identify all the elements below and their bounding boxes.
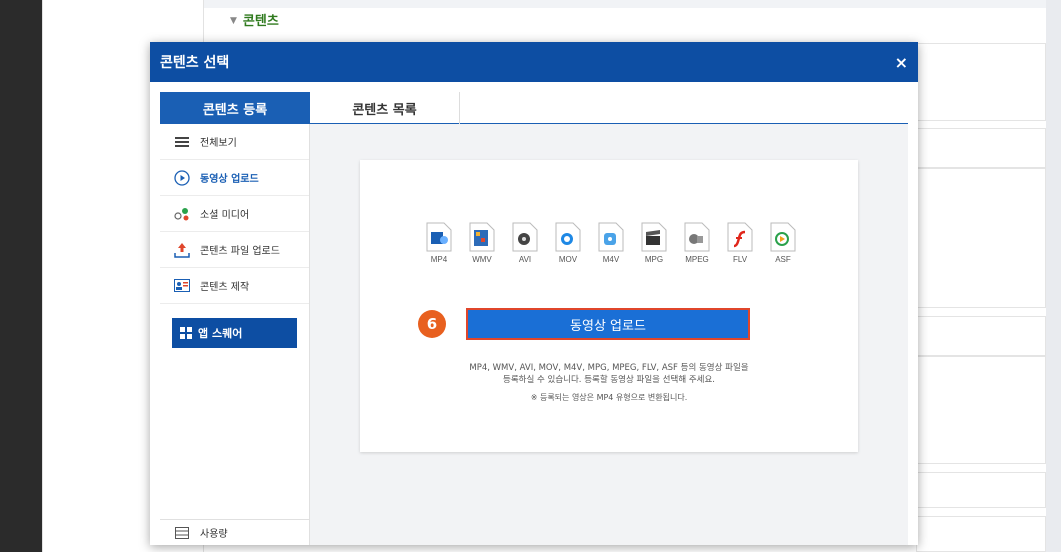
format-label: FLV [732, 255, 748, 264]
format-label: WMV [472, 255, 492, 264]
close-icon[interactable]: × [895, 53, 908, 72]
format-item: ASF [764, 222, 802, 264]
step-badge: 6 [418, 310, 446, 338]
tab-content-register[interactable]: 콘텐츠 등록 [160, 92, 310, 124]
mpg-file-icon [641, 222, 667, 252]
flv-file-icon [727, 222, 753, 252]
background-section-header[interactable]: ▼ 콘텐츠 [230, 10, 279, 29]
collapse-arrow-icon: ▼ [230, 16, 237, 26]
upload-content-area: MP4 WMV AVI MOV M4V MPG MPEG FLV ASF 6 동… [310, 124, 908, 545]
mov-file-icon [555, 222, 581, 252]
list-icon [174, 134, 190, 150]
format-item: MPG [635, 222, 673, 264]
sidebar-item-view-all[interactable]: 전체보기 [160, 124, 309, 160]
app-square-button[interactable]: 앱 스퀘어 [172, 318, 297, 348]
format-item: FLV [721, 222, 759, 264]
format-label: AVI [518, 255, 532, 264]
background-top-band [204, 0, 1046, 8]
format-label: MPEG [685, 255, 709, 264]
format-label: MOV [558, 255, 578, 264]
background-row [916, 516, 1046, 552]
format-icons: MP4 WMV AVI MOV M4V MPG MPEG FLV ASF [420, 222, 802, 264]
sidebar-item-social-media[interactable]: 소셜 미디어 [160, 196, 309, 232]
video-upload-button[interactable]: 동영상 업로드 [466, 308, 750, 340]
description-line: MP4, WMV, AVI, MOV, M4V, MPG, MPEG, FLV,… [469, 363, 749, 373]
sidebar-item-label: 사용량 [200, 529, 228, 540]
format-item: WMV [463, 222, 501, 264]
format-item: M4V [592, 222, 630, 264]
content-select-modal: 콘텐츠 선택 × 콘텐츠 등록 콘텐츠 목록 전체보기 동영상 업로드 소셜 미… [150, 42, 918, 545]
asf-file-icon [770, 222, 796, 252]
format-item: MOV [549, 222, 587, 264]
format-label: MPG [644, 255, 664, 264]
conversion-note: ※ 등록되는 영상은 MP4 유형으로 변환됩니다. [530, 393, 688, 402]
create-icon [174, 278, 190, 294]
format-item: MPEG [678, 222, 716, 264]
sidebar-item-label: 소셜 미디어 [200, 210, 250, 221]
m4v-file-icon [598, 222, 624, 252]
wmv-file-icon [469, 222, 495, 252]
left-dark-strip [0, 0, 42, 552]
app-square-label: 앱 스퀘어 [198, 327, 243, 340]
format-label: M4V [602, 255, 620, 264]
background-row [916, 168, 1046, 308]
file-upload-icon [174, 242, 190, 258]
modal-title: 콘텐츠 선택 [160, 55, 230, 71]
format-label: ASF [775, 255, 791, 264]
description-line: 등록하실 수 있습니다. 등록할 동영상 파일을 선택해 주세요. [503, 375, 715, 385]
mp4-file-icon [426, 222, 452, 252]
mpeg-file-icon [684, 222, 710, 252]
modal-tabs: 콘텐츠 등록 콘텐츠 목록 [160, 92, 908, 124]
sidebar-item-label: 콘텐츠 제작 [200, 282, 250, 293]
right-scroll-strip [1046, 0, 1061, 552]
format-item: MP4 [420, 222, 458, 264]
sidebar-item-label: 동영상 업로드 [200, 174, 259, 185]
app-grid-icon [180, 327, 192, 339]
upload-description: MP4, WMV, AVI, MOV, M4V, MPG, MPEG, FLV,… [380, 362, 838, 386]
sidebar-item-file-upload[interactable]: 콘텐츠 파일 업로드 [160, 232, 309, 268]
modal-header: 콘텐츠 선택 × [150, 42, 918, 82]
format-item: AVI [506, 222, 544, 264]
background-row [916, 128, 1046, 168]
modal-sidebar: 전체보기 동영상 업로드 소셜 미디어 콘텐츠 파일 업로드 콘텐츠 제작 앱 … [160, 124, 310, 545]
social-icon [174, 206, 190, 222]
background-row [916, 356, 1046, 464]
background-row [916, 472, 1046, 508]
upload-card: MP4 WMV AVI MOV M4V MPG MPEG FLV ASF 6 동… [360, 160, 858, 452]
format-label: MP4 [430, 255, 448, 264]
sidebar-item-usage[interactable]: 사용량 [160, 519, 310, 545]
sidebar-item-content-create[interactable]: 콘텐츠 제작 [160, 268, 309, 304]
sidebar-item-video-upload[interactable]: 동영상 업로드 [160, 160, 309, 196]
background-section-title: 콘텐츠 [242, 14, 279, 29]
sidebar-item-label: 전체보기 [200, 138, 237, 149]
sidebar-item-label: 콘텐츠 파일 업로드 [200, 246, 280, 257]
avi-file-icon [512, 222, 538, 252]
usage-icon [174, 525, 190, 541]
tab-content-list[interactable]: 콘텐츠 목록 [310, 92, 460, 124]
background-row [916, 43, 1046, 121]
play-circle-icon [174, 169, 190, 186]
background-row [916, 316, 1046, 356]
